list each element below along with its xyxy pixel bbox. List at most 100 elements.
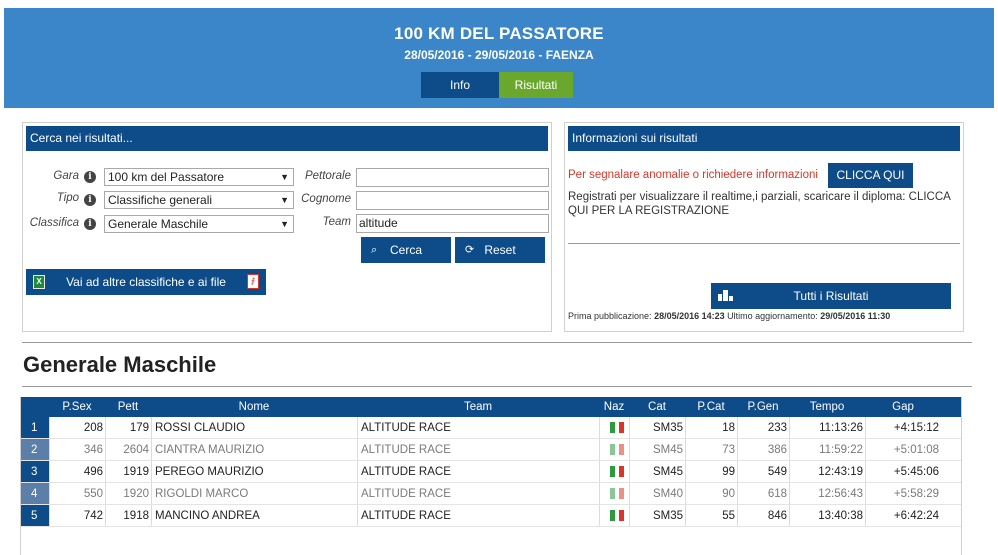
cell-gap: +5:45:06 <box>865 461 941 482</box>
cell-rank: 5 <box>21 505 49 526</box>
cell-rank: 2 <box>21 439 49 460</box>
gara-label: Gara <box>53 170 79 182</box>
cell-tempo: 11:59:22 <box>789 439 865 460</box>
section-divider-bottom <box>22 386 972 387</box>
results-table: P.Sex Pett Nome Team Naz Cat P.Cat P.Gen… <box>20 397 962 555</box>
table-row[interactable]: 5 742 1918 MANCINO ANDREA ALTITUDE RACE SM35 5… <box>21 505 961 527</box>
col-psex: P.Sex <box>62 401 92 413</box>
italy-flag-icon <box>610 466 625 477</box>
cell-pgen: 549 <box>737 461 789 482</box>
col-pett: Pett <box>117 401 139 413</box>
table-row[interactable]: 1 208 179 ROSSI CLAUDIO ALTITUDE RACE SM35 18 2… <box>21 417 961 439</box>
event-header: 100 KM DEL PASSATORE 28/05/2016 - 29/05/… <box>4 8 994 108</box>
italy-flag-icon <box>610 488 625 499</box>
register-link[interactable]: Registrati per visualizzare il realtime,… <box>568 190 958 218</box>
cell-team: ALTITUDE RACE <box>357 483 599 504</box>
col-pgen: P.Gen <box>747 401 779 413</box>
cell-naz <box>599 461 629 482</box>
refresh-icon: ⟳ <box>465 244 475 256</box>
cell-gap: +4:15:12 <box>865 417 941 438</box>
search-panel: Cerca nei risultati... Gara i 100 km del… <box>22 122 552 332</box>
cell-cat: SM35 <box>629 417 685 438</box>
cell-team: ALTITUDE RACE <box>357 461 599 482</box>
magnifier-icon: ⌕ <box>371 244 378 256</box>
table-row[interactable]: 4 550 1920 RIGOLDI MARCO ALTITUDE RACE SM40 90… <box>21 483 961 505</box>
cell-pett: 1919 <box>105 461 151 482</box>
cell-pcat: 99 <box>685 461 737 482</box>
podium-icon <box>718 290 733 301</box>
event-title: 100 KM DEL PASSATORE <box>394 24 604 43</box>
cell-nome: RIGOLDI MARCO <box>151 483 357 504</box>
cell-pcat: 55 <box>685 505 737 526</box>
pettorale-input[interactable] <box>356 168 549 187</box>
dropdown-arrow-icon: ▼ <box>280 219 289 229</box>
cell-naz <box>599 505 629 526</box>
cell-pgen: 846 <box>737 505 789 526</box>
all-results-label: Tutti i Risultati <box>793 289 869 303</box>
col-gap: Gap <box>892 401 914 413</box>
cell-rank: 3 <box>21 461 49 482</box>
cell-cat: SM45 <box>629 461 685 482</box>
cognome-input[interactable] <box>356 191 549 210</box>
all-results-button[interactable]: Tutti i Risultati <box>711 283 951 309</box>
cell-naz <box>599 439 629 460</box>
clicca-qui-button[interactable]: CLICCA QUI <box>828 163 913 188</box>
cell-cat: SM45 <box>629 439 685 460</box>
classifica-select[interactable]: Generale Maschile ▼ <box>104 215 294 233</box>
excel-icon: X <box>33 275 45 289</box>
cell-pett: 1918 <box>105 505 151 526</box>
col-naz: Naz <box>603 401 625 413</box>
col-tempo: Tempo <box>809 401 845 413</box>
reset-button[interactable]: ⟳ Reset <box>455 237 545 263</box>
cell-team: ALTITUDE RACE <box>357 439 599 460</box>
info-circle-icon[interactable]: i <box>84 194 96 206</box>
section-title: Generale Maschile <box>23 352 217 377</box>
italy-flag-icon <box>610 422 625 433</box>
event-subtitle: 28/05/2016 - 29/05/2016 - FAENZA <box>404 48 594 62</box>
cell-psex: 208 <box>49 417 105 438</box>
search-panel-heading: Cerca nei risultati... <box>26 126 548 151</box>
col-nome: Nome <box>238 401 270 413</box>
table-row[interactable]: 2 346 2604 CIANTRA MAURIZIO ALTITUDE RACE SM4… <box>21 439 961 461</box>
col-cat: Cat <box>648 401 666 413</box>
info-circle-icon[interactable]: i <box>84 218 96 230</box>
cell-cat: SM35 <box>629 505 685 526</box>
cell-nome: ROSSI CLAUDIO <box>151 417 357 438</box>
cell-gap: +5:01:08 <box>865 439 941 460</box>
italy-flag-icon <box>610 444 625 455</box>
italy-flag-icon <box>610 510 625 521</box>
cell-psex: 346 <box>49 439 105 460</box>
report-text: Per segnalare anomalie o richiedere info… <box>568 169 818 181</box>
cell-pcat: 18 <box>685 417 737 438</box>
cell-psex: 550 <box>49 483 105 504</box>
main-tabs: Info Risultati <box>421 72 573 98</box>
cerca-button[interactable]: ⌕ Cerca <box>361 237 451 263</box>
tipo-label: Tipo <box>56 192 79 204</box>
info-circle-icon[interactable]: i <box>84 171 96 183</box>
info-panel: Informazioni sui risultati Per segnalare… <box>564 122 964 332</box>
cell-team: ALTITUDE RACE <box>357 417 599 438</box>
cell-pgen: 233 <box>737 417 789 438</box>
table-header: P.Sex Pett Nome Team Naz Cat P.Cat P.Gen… <box>21 397 961 417</box>
section-divider-top <box>22 342 972 343</box>
cell-pcat: 73 <box>685 439 737 460</box>
cell-tempo: 12:43:19 <box>789 461 865 482</box>
first-pub-label: Prima pubblicazione: <box>568 311 652 321</box>
col-team: Team <box>463 401 493 413</box>
team-input[interactable]: altitude <box>356 214 549 233</box>
tab-results[interactable]: Risultati <box>499 72 573 98</box>
cell-team: ALTITUDE RACE <box>357 505 599 526</box>
other-rankings-button[interactable]: X Vai ad altre classifiche e ai file ⨍ <box>26 269 266 295</box>
gara-select-value: 100 km del Passatore <box>108 170 225 184</box>
cell-psex: 496 <box>49 461 105 482</box>
cell-tempo: 13:40:38 <box>789 505 865 526</box>
tab-info[interactable]: Info <box>421 72 499 98</box>
cell-pett: 2604 <box>105 439 151 460</box>
cell-naz <box>599 483 629 504</box>
cell-pett: 179 <box>105 417 151 438</box>
cell-naz <box>599 417 629 438</box>
table-row[interactable]: 3 496 1919 PEREGO MAURIZIO ALTITUDE RACE SM45… <box>21 461 961 483</box>
cerca-button-label: Cerca <box>389 243 422 257</box>
gara-select[interactable]: 100 km del Passatore ▼ <box>104 168 294 186</box>
tipo-select[interactable]: Classifiche generali ▼ <box>104 191 294 209</box>
